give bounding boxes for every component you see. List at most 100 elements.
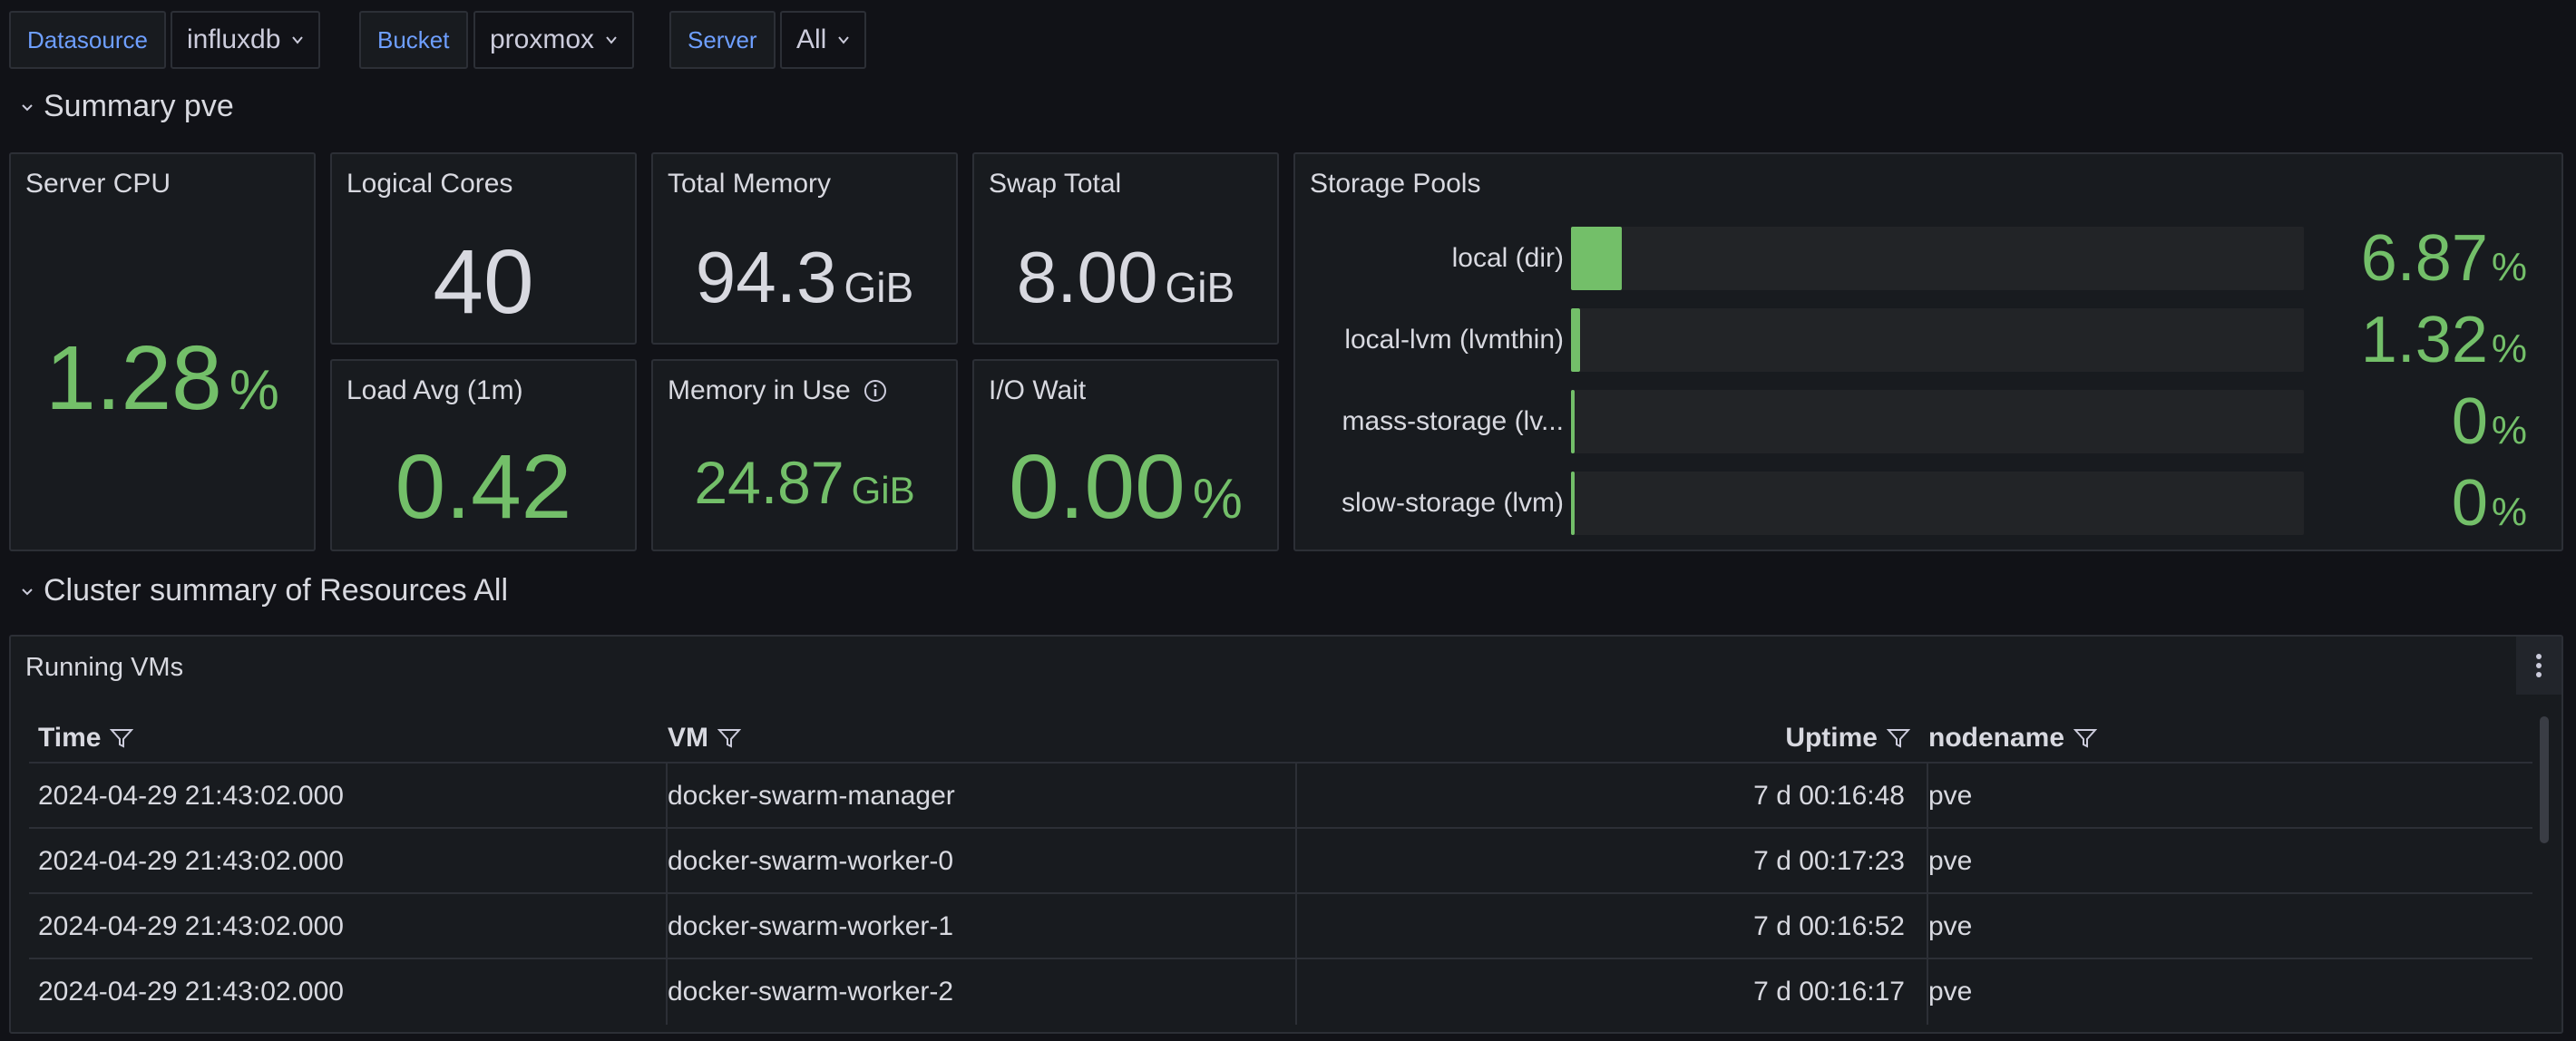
cell-vm: docker-swarm-manager <box>668 781 955 811</box>
server-select-value: All <box>796 24 827 54</box>
panel-title: Logical Cores <box>346 169 513 199</box>
panel-server-cpu[interactable]: Server CPU 1.28% <box>9 152 316 551</box>
panel-title: Server CPU <box>25 169 171 199</box>
cell-time: 2024-04-29 21:43:02.000 <box>38 846 344 876</box>
panel-title: Storage Pools <box>1310 169 1481 199</box>
panel-total-memory[interactable]: Total Memory 94.3 GiB <box>651 152 958 345</box>
column-header-vm[interactable]: VM <box>668 711 741 765</box>
cell-time: 2024-04-29 21:43:02.000 <box>38 911 344 941</box>
info-icon[interactable] <box>864 379 887 403</box>
panel-title: Load Avg (1m) <box>346 375 523 405</box>
column-divider <box>666 829 668 894</box>
cell-nodename: pve <box>1928 977 1973 1007</box>
column-divider <box>1295 764 1297 829</box>
cell-time: 2024-04-29 21:43:02.000 <box>38 977 344 1007</box>
panel-io-wait[interactable]: I/O Wait 0.00% <box>972 359 1279 551</box>
column-divider <box>666 764 668 829</box>
column-header-nodename[interactable]: nodename <box>1928 711 2098 765</box>
table-body: 2024-04-29 21:43:02.000 docker-swarm-mana… <box>11 762 2561 1032</box>
storage-pool-bar-track <box>1571 227 2304 290</box>
column-divider <box>666 959 668 1025</box>
kebab-menu-icon <box>2536 654 2542 677</box>
row-cluster-toggle[interactable]: Cluster summary of Resources All <box>20 573 508 608</box>
column-divider <box>1295 829 1297 894</box>
panel-running-vms[interactable]: Running VMs Time VM Uptime nodename 2024… <box>9 635 2563 1034</box>
table-row[interactable]: 2024-04-29 21:43:02.000 docker-swarm-work… <box>29 958 2532 1025</box>
panel-memory-in-use[interactable]: Memory in Use 24.87 GiB <box>651 359 958 551</box>
table-row[interactable]: 2024-04-29 21:43:02.000 docker-swarm-work… <box>29 827 2532 894</box>
storage-pool-value: 1.32% <box>2360 304 2527 376</box>
panel-swap-total[interactable]: Swap Total 8.00 GiB <box>972 152 1279 345</box>
variable-label-server: Server <box>669 11 776 69</box>
row-summary-toggle[interactable]: Summary pve <box>20 89 234 124</box>
column-divider <box>666 894 668 959</box>
column-divider <box>1927 829 1928 894</box>
stat-value: 40 <box>433 231 534 333</box>
storage-pool-row: local (dir) 6.87% <box>1308 222 2561 295</box>
cell-nodename: pve <box>1928 911 1973 941</box>
cell-uptime: 7 d 00:16:52 <box>1753 911 1905 941</box>
storage-pool-bar-fill <box>1571 472 1575 535</box>
storage-pool-name: local (dir) <box>1451 243 1564 273</box>
storage-pool-row: mass-storage (lv... 0% <box>1308 385 2561 458</box>
storage-pool-bar-fill <box>1571 390 1575 453</box>
bucket-select-value: proxmox <box>490 24 595 54</box>
server-select[interactable]: All <box>780 11 867 69</box>
storage-pool-row: local-lvm (lvmthin) 1.32% <box>1308 304 2561 376</box>
panel-title: Running VMs <box>25 653 184 682</box>
panel-logical-cores[interactable]: Logical Cores 40 <box>330 152 637 345</box>
table-row[interactable]: 2024-04-29 21:43:02.000 docker-swarm-mana… <box>29 762 2532 829</box>
panel-storage-pools[interactable]: Storage Pools local (dir) 6.87% local-lvm … <box>1293 152 2563 551</box>
filter-icon[interactable] <box>2073 726 2098 750</box>
storage-pool-name: mass-storage (lv... <box>1342 406 1565 436</box>
cell-uptime: 7 d 00:17:23 <box>1753 846 1905 876</box>
cell-nodename: pve <box>1928 846 1973 876</box>
column-divider <box>1295 894 1297 959</box>
column-divider <box>1927 894 1928 959</box>
storage-pool-name: local-lvm (lvmthin) <box>1344 325 1564 355</box>
filter-icon[interactable] <box>1887 726 1910 750</box>
chevron-down-icon <box>22 103 33 111</box>
storage-pool-value: 0% <box>2451 467 2527 540</box>
storage-pool-bar-track <box>1571 472 2304 535</box>
chevron-down-icon <box>292 36 304 44</box>
bar-gauge-list: local (dir) 6.87% local-lvm (lvmthin) 1.32%… <box>1308 222 2561 540</box>
cell-vm: docker-swarm-worker-2 <box>668 977 954 1007</box>
bucket-select[interactable]: proxmox <box>473 11 635 69</box>
panel-title: Total Memory <box>668 169 832 199</box>
stat-value: 94.3 GiB <box>695 237 914 317</box>
variable-label-datasource: Datasource <box>9 11 166 69</box>
datasource-select[interactable]: influxdb <box>171 11 321 69</box>
column-divider <box>1295 959 1297 1025</box>
storage-pool-bar-track <box>1571 308 2304 372</box>
storage-pool-bar-fill <box>1571 227 1622 290</box>
storage-pool-bar-track <box>1571 390 2304 453</box>
column-header-uptime[interactable]: Uptime <box>1785 711 1910 765</box>
filter-icon[interactable] <box>110 726 134 750</box>
stat-value: 24.87 GiB <box>694 449 915 516</box>
cell-uptime: 7 d 00:16:48 <box>1753 781 1905 811</box>
storage-pool-bar-fill <box>1571 308 1580 372</box>
storage-pool-name: slow-storage (lvm) <box>1341 488 1564 518</box>
stat-value: 8.00 GiB <box>1016 237 1235 317</box>
stat-value: 0.42 <box>395 436 572 538</box>
storage-pool-row: slow-storage (lvm) 0% <box>1308 467 2561 540</box>
chevron-down-icon <box>838 36 850 44</box>
stat-value: 0.00% <box>1009 436 1243 538</box>
cell-uptime: 7 d 00:16:17 <box>1753 977 1905 1007</box>
storage-pool-value: 0% <box>2451 385 2527 458</box>
filter-icon[interactable] <box>717 726 741 750</box>
row-summary-title: Summary pve <box>44 89 234 123</box>
column-header-time[interactable]: Time <box>38 711 134 765</box>
panel-title: Memory in Use <box>668 375 887 406</box>
panel-title: Swap Total <box>989 169 1122 199</box>
scrollbar-thumb[interactable] <box>2540 716 2549 843</box>
column-divider <box>1927 764 1928 829</box>
cell-vm: docker-swarm-worker-0 <box>668 846 954 876</box>
panel-menu-button[interactable] <box>2516 637 2561 695</box>
chevron-down-icon <box>606 36 617 44</box>
datasource-select-value: influxdb <box>187 24 281 54</box>
panel-load-avg[interactable]: Load Avg (1m) 0.42 <box>330 359 637 551</box>
table-row[interactable]: 2024-04-29 21:43:02.000 docker-swarm-work… <box>29 892 2532 959</box>
storage-pool-value: 6.87% <box>2360 222 2527 295</box>
